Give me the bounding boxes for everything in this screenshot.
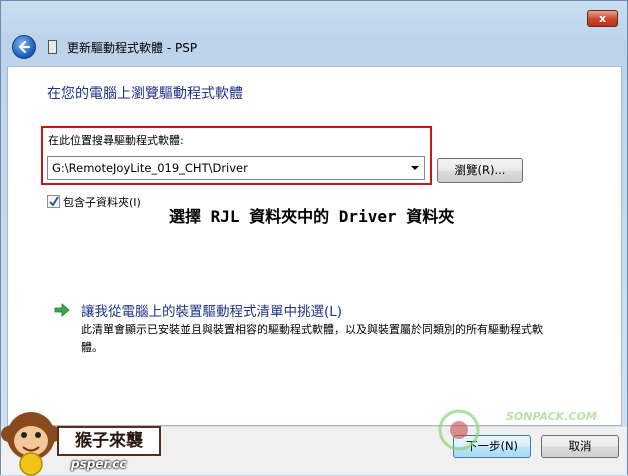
back-button[interactable] bbox=[12, 35, 36, 59]
pick-from-list-link[interactable]: 讓我從電腦上的裝置驅動程式清單中挑選(L) bbox=[81, 300, 342, 320]
pick-from-list-description: 此清單會顯示已安裝並且與裝置相容的驅動程式軟體，以及與裝置屬於同類別的所有驅動程… bbox=[81, 323, 543, 354]
back-arrow-icon bbox=[18, 40, 31, 54]
search-location-label: 在此位置搜尋驅動程式軟體: bbox=[48, 134, 184, 147]
page-heading: 在您的電腦上瀏覽驅動程式軟體 bbox=[47, 86, 243, 102]
instruction-annotation: 選擇 RJL 資料夾中的 Driver 資料夾 bbox=[169, 207, 455, 226]
watermark-site-text: SONPACK.COM bbox=[506, 410, 597, 423]
window-title: 更新驅動程式軟體 - PSP bbox=[67, 41, 198, 55]
green-arrow-icon[interactable] bbox=[54, 303, 70, 317]
driver-path-combobox[interactable]: G:\RemoteJoyLite_019_CHT\Driver bbox=[47, 156, 425, 180]
sonpack-logo-icon bbox=[438, 409, 480, 451]
browse-button[interactable]: 瀏覽(R)... bbox=[437, 158, 523, 183]
cancel-button[interactable]: 取消 bbox=[541, 435, 619, 458]
include-subfolders-label[interactable]: 包含子資料夾(I) bbox=[63, 194, 141, 210]
driver-update-window: x 更新驅動程式軟體 - PSP 在您的電腦上瀏覽驅動程式軟體 在此位置搜尋驅動… bbox=[0, 0, 628, 476]
chevron-down-icon[interactable] bbox=[411, 166, 419, 170]
content-panel bbox=[7, 66, 622, 426]
checkmark-icon bbox=[49, 196, 59, 207]
watermark-url: psper.cc bbox=[71, 457, 127, 471]
close-button[interactable]: x bbox=[587, 10, 618, 27]
include-subfolders-checkbox[interactable] bbox=[47, 195, 60, 208]
driver-path-value: G:\RemoteJoyLite_019_CHT\Driver bbox=[52, 161, 248, 175]
watermark-label: 猴子來襲 bbox=[57, 426, 161, 456]
device-icon bbox=[48, 40, 57, 54]
